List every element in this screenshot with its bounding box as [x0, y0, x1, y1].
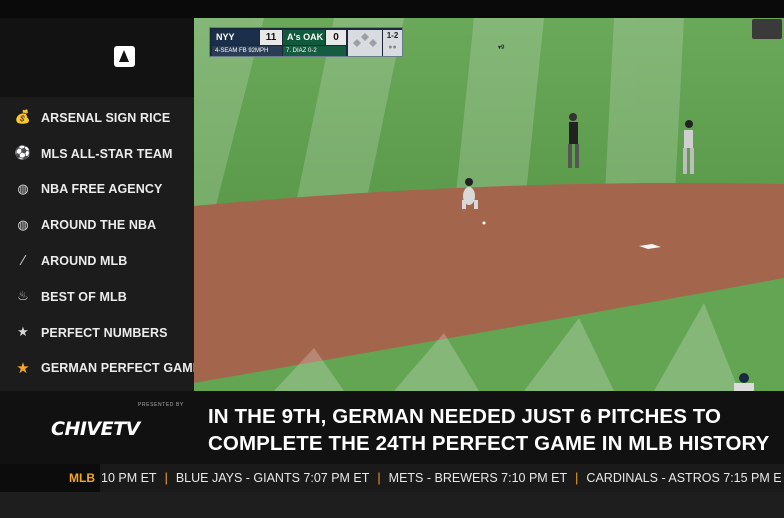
- score-bug: NYY 11 A's OAK 0 4-SEAM FB 92MPH 7. DIAZ…: [209, 27, 504, 57]
- sidebar-item-label: ARSENAL SIGN RICE: [41, 110, 171, 125]
- star-icon: ★: [16, 359, 30, 378]
- sidebar-item-label: AROUND THE NBA: [41, 218, 157, 233]
- baseball-field-scene: [194, 18, 784, 391]
- sidebar-item-label: MLS ALL-STAR TEAM: [41, 146, 173, 161]
- fire-icon: ♨: [17, 289, 29, 305]
- count: 1-2 ●●: [383, 30, 402, 56]
- sidebar-item-label: GERMAN PERFECT GAME: [41, 361, 202, 376]
- basketball-icon: ◍: [17, 217, 29, 233]
- chivetv-logo: CHIVETV: [51, 418, 140, 440]
- sidebar-item[interactable]: 💰 ARSENAL SIGN RICE: [0, 100, 194, 136]
- sidebar-nav: 💰 ARSENAL SIGN RICE ⚽ MLS ALL-STAR TEAM ◍ NBA…: [0, 100, 201, 387]
- presented-by-label: PRESENTED BY: [138, 402, 184, 408]
- away-team: NYY: [212, 30, 259, 45]
- home-team: A's OAK: [283, 30, 325, 45]
- bottom-strip: [0, 492, 784, 518]
- a-logo-icon[interactable]: [114, 46, 135, 67]
- bases-icon: [353, 33, 377, 47]
- away-score: 11: [260, 30, 282, 45]
- ticker-league: MLB: [69, 471, 95, 485]
- headline-line-2: COMPLETE THE 24TH PERFECT GAME IN MLB HI…: [208, 432, 770, 455]
- ticker-game[interactable]: METS - BREWERS 7:10 PM ET: [389, 471, 568, 485]
- pitch-info: 4-SEAM FB 92MPH: [212, 46, 282, 56]
- ticker-games: 10 PM ET | BLUE JAYS - GIANTS 7:07 PM ET | M…: [101, 471, 782, 485]
- caption-bar: PRESENTED BY CHIVETV IN THE 9TH, GERMAN …: [0, 391, 784, 464]
- inning: ▾9: [498, 45, 505, 51]
- ticker-game[interactable]: CARDINALS - ASTROS 7:15 PM E: [586, 471, 781, 485]
- headline-line-1: IN THE 9TH, GERMAN NEEDED JUST 6 PITCHES…: [208, 405, 722, 428]
- baseball-bat-icon: ⁄: [21, 253, 25, 269]
- sidebar-item[interactable]: ⚽ MLS ALL-STAR TEAM: [0, 136, 194, 172]
- sidebar: 💰 ARSENAL SIGN RICE ⚽ MLS ALL-STAR TEAM ◍ NBA…: [0, 18, 201, 391]
- sidebar-item-label: NBA FREE AGENCY: [41, 182, 163, 197]
- soccer-ball-icon: ⚽: [14, 146, 32, 162]
- headline: IN THE 9TH, GERMAN NEEDED JUST 6 PITCHES…: [208, 403, 778, 457]
- pitcher-info: 7. DIAZ 0-2: [283, 46, 346, 56]
- bases-diagram: ▾9: [348, 30, 504, 56]
- ticker-league-box: MLB: [0, 464, 100, 492]
- outs-indicator: ●●: [388, 44, 397, 51]
- sidebar-item[interactable]: ★ GERMAN PERFECT GAME: [0, 351, 201, 387]
- sidebar-item[interactable]: ♨ BEST OF MLB: [0, 279, 194, 315]
- ticker-game[interactable]: 10 PM ET: [101, 471, 157, 485]
- sidebar-item[interactable]: ⁄ AROUND MLB: [0, 243, 194, 279]
- video-player[interactable]: [194, 18, 784, 391]
- logo-area: [0, 18, 194, 97]
- sidebar-item-label: PERFECT NUMBERS: [41, 325, 168, 340]
- top-bar: [0, 0, 784, 18]
- ticker-separator: |: [164, 471, 168, 485]
- ticker-game[interactable]: BLUE JAYS - GIANTS 7:07 PM ET: [176, 471, 370, 485]
- sidebar-item[interactable]: ◍ AROUND THE NBA: [0, 207, 194, 243]
- star-icon: ★: [17, 325, 29, 341]
- ticker-separator: |: [575, 471, 579, 485]
- sidebar-item-label: BEST OF MLB: [41, 289, 127, 304]
- score-ticker: MLB 10 PM ET | BLUE JAYS - GIANTS 7:07 PM …: [0, 464, 784, 492]
- home-score: 0: [326, 30, 346, 45]
- sidebar-item[interactable]: ◍ NBA FREE AGENCY: [0, 172, 194, 208]
- ball-strike-count: 1-2: [386, 31, 399, 40]
- sidebar-item[interactable]: ★ PERFECT NUMBERS: [0, 315, 194, 351]
- sidebar-item-label: AROUND MLB: [41, 254, 128, 269]
- mlb-logo-icon: [752, 19, 782, 39]
- money-bag-icon: 💰: [14, 110, 32, 126]
- ticker-separator: |: [377, 471, 381, 485]
- basketball-icon: ◍: [17, 181, 29, 197]
